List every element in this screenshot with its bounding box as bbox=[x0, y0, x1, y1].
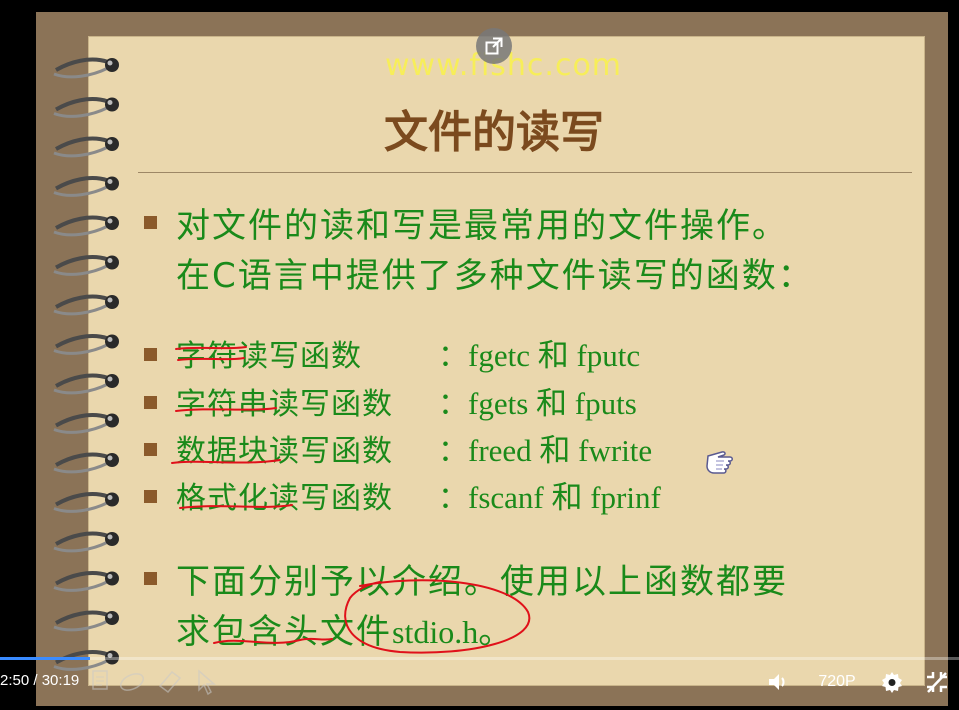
bullet-icon bbox=[144, 348, 157, 361]
function-names: freed 和 fwrite bbox=[468, 433, 653, 468]
spiral-ring bbox=[53, 215, 119, 237]
bullet-icon bbox=[144, 216, 157, 229]
slide-title: 文件的读写 bbox=[384, 107, 604, 158]
spiral-ring bbox=[53, 531, 119, 553]
volume-icon bbox=[769, 674, 785, 690]
current-time: 2:50 bbox=[0, 672, 30, 689]
spiral-ring bbox=[53, 97, 119, 118]
pen-icon[interactable] bbox=[118, 668, 148, 694]
quality-selector[interactable]: 720P bbox=[812, 668, 862, 696]
video-player[interactable]: www.fishc.com 文件的读写 对文件的读和写是最常用的文件操作。 在C… bbox=[0, 0, 959, 710]
function-row: 格式化读写函数 ： fscanf 和 fprinf bbox=[176, 472, 661, 516]
function-row: 字符读写函数 ： fgetc 和 fputc bbox=[176, 330, 640, 374]
outro-line-2-prefix: 求包含头文件 bbox=[176, 612, 392, 652]
outro-line-1: 下面分别予以介绍。使用以上函数都要 bbox=[176, 562, 788, 602]
note-icon[interactable] bbox=[90, 668, 110, 694]
spiral-ring bbox=[53, 176, 119, 197]
function-label: 格式化读写函数 bbox=[176, 481, 393, 516]
popout-icon[interactable] bbox=[476, 28, 512, 64]
fullscreen-exit-button[interactable] bbox=[922, 668, 952, 696]
function-colon: ： bbox=[438, 339, 468, 374]
outro-line-2-suffix: 。 bbox=[478, 612, 515, 652]
spiral-binding bbox=[53, 57, 119, 671]
spiral-ring bbox=[53, 373, 119, 395]
spiral-ring bbox=[53, 136, 119, 158]
bullet-icon bbox=[144, 396, 157, 409]
bullet-icon bbox=[144, 490, 157, 503]
outro-line-2: 求包含头文件stdio.h。 bbox=[176, 604, 514, 653]
function-label: 字符串读写函数 bbox=[176, 387, 393, 422]
function-colon: ： bbox=[438, 387, 468, 422]
settings-button[interactable] bbox=[878, 668, 906, 696]
title-divider bbox=[138, 172, 912, 173]
spiral-ring bbox=[53, 334, 119, 355]
gear-icon bbox=[882, 672, 902, 693]
bullet-icon bbox=[144, 572, 157, 585]
progress-bar[interactable] bbox=[0, 657, 959, 660]
function-names: fgetc 和 fputc bbox=[468, 338, 641, 373]
spiral-ring bbox=[53, 610, 119, 632]
function-row: 字符串读写函数 ： fgets 和 fputs bbox=[176, 378, 637, 422]
function-colon: ： bbox=[438, 434, 468, 469]
spiral-ring bbox=[53, 413, 119, 434]
bullet-icon bbox=[144, 443, 157, 456]
function-names: fgets 和 fputs bbox=[468, 386, 637, 421]
hand-cursor-icon bbox=[706, 451, 733, 474]
time-display: 2:50 / 30:19 bbox=[0, 672, 79, 689]
pointer-icon[interactable] bbox=[194, 668, 218, 696]
spiral-ring bbox=[53, 255, 119, 276]
fullscreen-exit-icon bbox=[927, 672, 947, 693]
intro-line-2: 在C语言中提供了多种文件读写的函数： bbox=[176, 256, 814, 296]
spiral-ring bbox=[53, 57, 119, 79]
progress-fill bbox=[0, 657, 90, 660]
function-row: 数据块读写函数 ： freed 和 fwrite bbox=[176, 425, 652, 469]
spiral-ring bbox=[53, 571, 119, 592]
time-separator: / bbox=[33, 672, 38, 689]
volume-button[interactable] bbox=[764, 668, 792, 696]
header-filename: stdio.h bbox=[392, 614, 479, 650]
function-names: fscanf 和 fprinf bbox=[468, 480, 661, 515]
function-label: 数据块读写函数 bbox=[176, 434, 393, 469]
spiral-ring bbox=[53, 294, 119, 316]
intro-line-1: 对文件的读和写是最常用的文件操作。 bbox=[176, 206, 788, 246]
function-colon: ： bbox=[438, 481, 468, 516]
spiral-ring bbox=[53, 452, 119, 474]
eraser-icon[interactable] bbox=[156, 668, 184, 694]
spiral-ring bbox=[53, 492, 119, 513]
function-label: 字符读写函数 bbox=[176, 339, 362, 374]
duration: 30:19 bbox=[41, 672, 80, 689]
